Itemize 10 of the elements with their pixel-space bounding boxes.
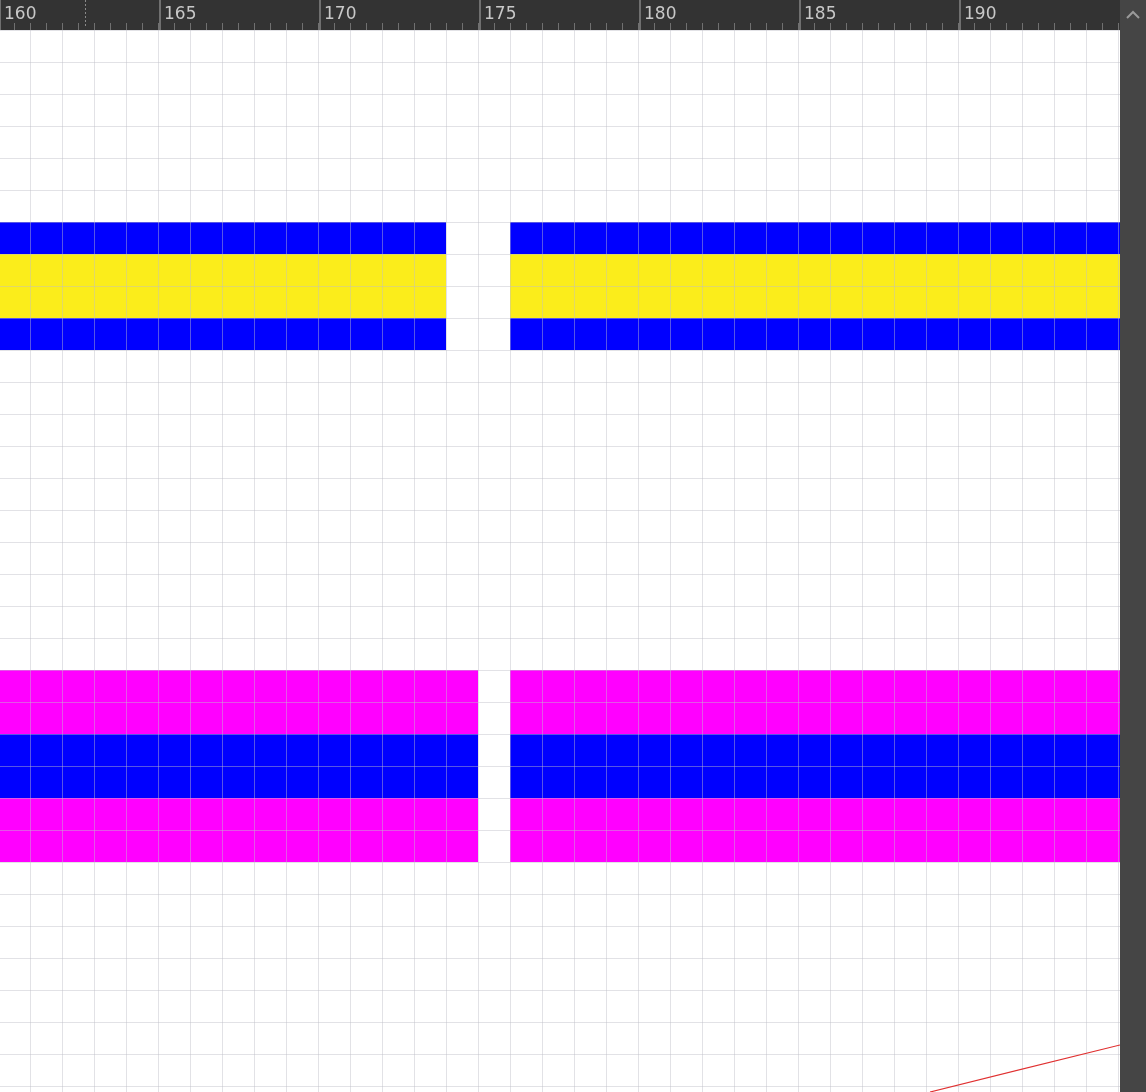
ruler-label: 175 bbox=[484, 3, 517, 23]
scroll-up-icon[interactable] bbox=[1125, 10, 1141, 20]
ruler-label: 170 bbox=[324, 3, 357, 23]
ruler-label: 190 bbox=[964, 3, 997, 23]
ruler-label: 160 bbox=[4, 3, 37, 23]
ruler-label: 180 bbox=[644, 3, 677, 23]
ruler-label: 165 bbox=[164, 3, 197, 23]
ruler-label: 185 bbox=[804, 3, 837, 23]
cursor-marker bbox=[85, 0, 86, 26]
vertical-scrollbar[interactable] bbox=[1120, 0, 1146, 1092]
